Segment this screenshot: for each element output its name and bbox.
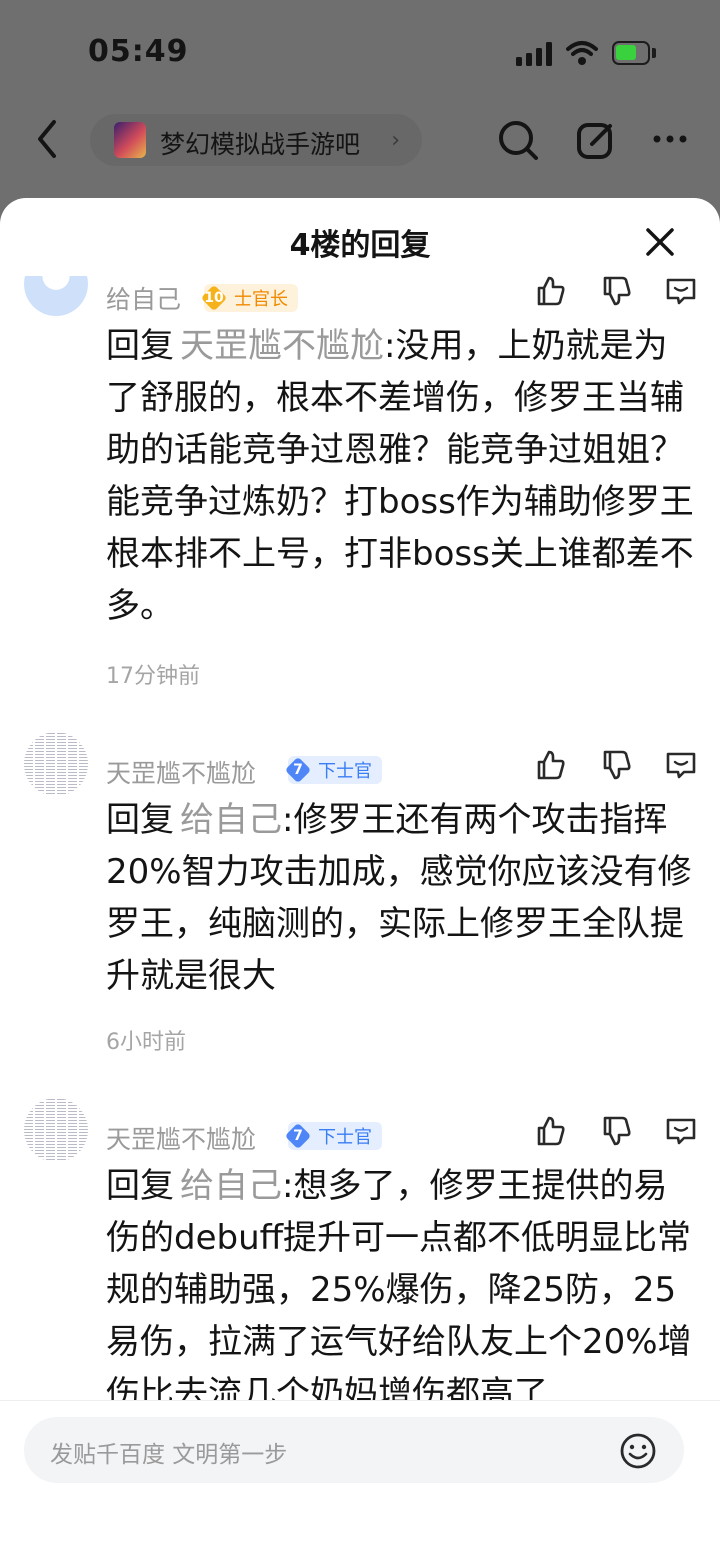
user-name[interactable]: 给自己: [106, 280, 181, 316]
level-diamond-icon: 7: [284, 756, 312, 784]
reply-time: 17分钟前: [106, 664, 200, 689]
level-badge: 7 下士官: [288, 1122, 382, 1150]
comment-icon[interactable]: [664, 1114, 698, 1148]
forum-avatar: [114, 122, 146, 158]
reply-content: 回复 给自己:想多了，修罗王提供的易伤的debuff提升可一点都不低明显比常规的辅…: [106, 1160, 700, 1400]
like-icon[interactable]: [534, 276, 568, 308]
reply-prefix: 回复: [106, 1166, 174, 1206]
wifi-icon: [566, 41, 598, 65]
avatar[interactable]: [24, 1098, 88, 1162]
close-icon[interactable]: [640, 222, 680, 262]
mentioned-user[interactable]: 给自己: [180, 800, 282, 840]
rank-label: 下士官: [318, 1127, 372, 1148]
level-badge: 7 下士官: [288, 756, 382, 784]
comment-icon[interactable]: [664, 748, 698, 782]
reply-time: 6小时前: [106, 1030, 186, 1055]
forum-link[interactable]: 梦幻模拟战手游吧 ›: [90, 114, 422, 166]
sheet-title: 4楼的回复: [289, 228, 431, 263]
emoji-icon[interactable]: [618, 1431, 658, 1471]
level-badge: 10 士官长: [204, 284, 298, 312]
rank-label: 士官长: [234, 289, 288, 310]
status-time: 05:49: [88, 34, 189, 69]
avatar[interactable]: [24, 276, 88, 316]
back-arrow-icon[interactable]: [32, 118, 62, 160]
reply-text: :没用，上奶就是为了舒服的，根本不差增伤，修罗王当辅助的话能竞争过恩雅？能竞争过…: [106, 326, 694, 626]
dislike-icon[interactable]: [600, 276, 634, 308]
reply-composer: 发贴千百度 文明第一步: [0, 1400, 720, 1561]
like-icon[interactable]: [534, 1114, 568, 1148]
mentioned-user[interactable]: 天罡尴不尴尬: [180, 326, 384, 366]
reply-input-placeholder: 发贴千百度 文明第一步: [50, 1442, 288, 1468]
level-diamond-icon: 7: [284, 1122, 312, 1150]
reply-prefix: 回复: [106, 326, 174, 366]
reply-prefix: 回复: [106, 800, 174, 840]
like-icon[interactable]: [534, 748, 568, 782]
battery-tip: [652, 48, 656, 58]
avatar[interactable]: [24, 732, 88, 796]
cellular-signal-icon: [516, 42, 554, 66]
mentioned-user[interactable]: 给自己: [180, 1166, 282, 1206]
dislike-icon[interactable]: [600, 748, 634, 782]
compose-icon[interactable]: [574, 118, 618, 162]
chevron-right-icon: ›: [391, 128, 400, 153]
dislike-icon[interactable]: [600, 1114, 634, 1148]
status-bar: 05:49: [0, 0, 720, 100]
replies-sheet: 4楼的回复 给自己 10 士官长 回复 天罡尴不尴尬:没用，上奶就是为了舒服的，…: [0, 198, 720, 1561]
reply-content: 回复 给自己:修罗王还有两个攻击指挥20%智力攻击加成，感觉你应该没有修罗王，纯脑…: [106, 794, 700, 1002]
comment-icon[interactable]: [664, 276, 698, 308]
forum-name: 梦幻模拟战手游吧: [160, 130, 361, 159]
more-options-icon[interactable]: [650, 124, 690, 154]
user-name[interactable]: 天罡尴不尴尬: [106, 754, 256, 790]
rank-label: 下士官: [318, 761, 372, 782]
reply-list[interactable]: 给自己 10 士官长 回复 天罡尴不尴尬:没用，上奶就是为了舒服的，根本不差增伤，…: [0, 276, 720, 1400]
search-icon[interactable]: [496, 118, 540, 162]
level-diamond-icon: 10: [200, 284, 228, 312]
top-nav-bar: 梦幻模拟战手游吧 ›: [0, 100, 720, 180]
reply-content: 回复 天罡尴不尴尬:没用，上奶就是为了舒服的，根本不差增伤，修罗王当辅助的话能竞争…: [106, 320, 700, 632]
reply-input[interactable]: 发贴千百度 文明第一步: [24, 1417, 684, 1483]
battery-icon: [612, 41, 650, 65]
user-name[interactable]: 天罡尴不尴尬: [106, 1120, 256, 1156]
